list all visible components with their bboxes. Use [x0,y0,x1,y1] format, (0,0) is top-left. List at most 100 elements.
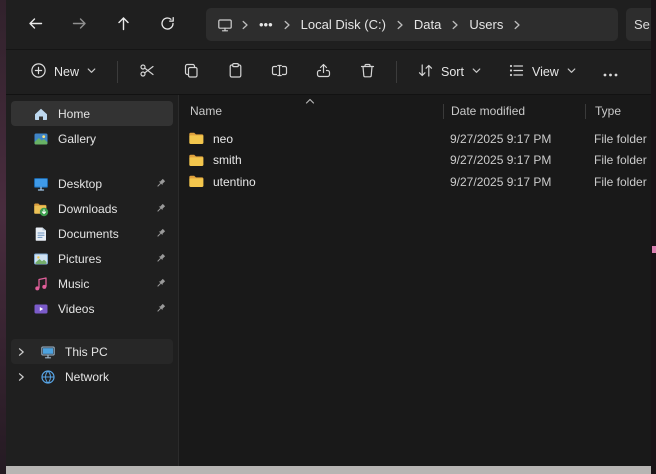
column-header-date-modified[interactable]: Date modified [444,104,585,118]
sidebar-item-pictures[interactable]: Pictures [11,246,173,271]
copy-button[interactable] [172,56,210,88]
sidebar-item-label: This PC [65,345,108,359]
documents-icon [33,226,49,242]
cut-button[interactable] [128,56,166,88]
pin-icon [154,227,167,240]
toolbar-divider [117,61,118,83]
breadcrumb-users[interactable]: Users [462,14,510,35]
new-button[interactable]: New [20,56,107,88]
chevron-right-icon [393,19,407,31]
network-icon [40,369,56,385]
scissors-icon [139,62,156,82]
chevron-right-icon [510,19,524,31]
view-list-icon [508,62,525,82]
rename-button[interactable] [260,56,298,88]
arrow-right-icon [71,15,88,35]
command-toolbar: New [6,50,651,95]
chevron-right-icon[interactable] [15,371,27,383]
view-button[interactable]: View [498,56,587,88]
downloads-icon [33,201,49,217]
file-name: neo [213,132,233,146]
desktop-icon [33,176,49,192]
folder-icon [188,152,205,169]
desktop-edge-accent [652,246,656,253]
sidebar-item-music[interactable]: Music [11,271,173,296]
file-list-pane: Name Date modified Type neo 9/27/2025 9:… [179,95,651,466]
sidebar-item-label: Documents [58,227,119,241]
sidebar-item-this-pc[interactable]: This PC [11,339,173,364]
paste-button[interactable] [216,56,254,88]
column-header-type[interactable]: Type [586,104,651,118]
sidebar-item-label: Home [58,107,90,121]
file-row-utentino[interactable]: utentino 9/27/2025 9:17 PM File folder [179,171,651,193]
navigation-pane: Home Gallery Desktop [6,95,179,466]
sidebar-item-label: Network [65,370,109,384]
sort-ascending-icon [304,94,316,108]
share-icon [315,62,332,82]
sidebar-item-home[interactable]: Home [11,101,173,126]
more-options-button[interactable] [593,56,629,88]
refresh-icon [159,15,176,35]
file-row-neo[interactable]: neo 9/27/2025 9:17 PM File folder [179,128,651,150]
back-button[interactable] [16,8,54,42]
plus-circle-icon [30,62,47,82]
ellipsis-icon [603,65,618,80]
file-date-modified: 9/27/2025 9:17 PM [443,153,585,167]
file-name: smith [213,153,242,167]
folder-icon [188,130,205,147]
sort-arrows-icon [417,62,434,82]
file-type: File folder [585,175,651,189]
sidebar-item-label: Gallery [58,132,96,146]
sidebar-item-downloads[interactable]: Downloads [11,196,173,221]
file-explorer-window: ••• Local Disk (C:) Data Users Se [6,0,651,466]
pin-icon [154,177,167,190]
up-button[interactable] [104,8,142,42]
chevron-down-icon [471,65,482,79]
search-text: Se [634,17,650,32]
explorer-body: Home Gallery Desktop [6,95,651,466]
file-rows: neo 9/27/2025 9:17 PM File folder smith … [179,128,651,193]
search-box[interactable]: Se [626,8,651,41]
navigation-bar: ••• Local Disk (C:) Data Users Se [6,0,651,50]
breadcrumb-local-disk-c[interactable]: Local Disk (C:) [294,14,393,35]
chevron-down-icon [86,65,97,79]
sidebar-item-documents[interactable]: Documents [11,221,173,246]
column-headers: Name Date modified Type [179,99,651,123]
sidebar-item-gallery[interactable]: Gallery [11,126,173,151]
desktop-edge-bottom [6,466,651,474]
file-type: File folder [585,153,651,167]
this-pc-icon [40,344,56,360]
address-bar[interactable]: ••• Local Disk (C:) Data Users [206,8,618,41]
file-date-modified: 9/27/2025 9:17 PM [443,175,585,189]
arrow-up-icon [115,15,132,35]
breadcrumb-data[interactable]: Data [407,14,448,35]
pin-icon [154,252,167,265]
this-pc-icon [212,17,238,33]
home-icon [33,106,49,122]
sidebar-item-label: Videos [58,302,94,316]
file-type: File folder [585,132,651,146]
sort-button-label: Sort [441,65,464,79]
file-date-modified: 9/27/2025 9:17 PM [443,132,585,146]
refresh-button[interactable] [148,8,186,42]
copy-icon [183,62,200,82]
share-button[interactable] [304,56,342,88]
rename-icon [271,62,288,82]
arrow-left-icon [27,15,44,35]
new-button-label: New [54,65,79,79]
sidebar-item-label: Desktop [58,177,102,191]
chevron-right-icon[interactable] [15,346,27,358]
breadcrumb-overflow-button[interactable]: ••• [252,14,280,35]
sidebar-item-desktop[interactable]: Desktop [11,171,173,196]
gallery-icon [33,131,49,147]
sort-button[interactable]: Sort [407,56,492,88]
file-row-smith[interactable]: smith 9/27/2025 9:17 PM File folder [179,150,651,172]
desktop-edge-right [651,0,656,474]
sidebar-item-videos[interactable]: Videos [11,296,173,321]
forward-button[interactable] [60,8,98,42]
pin-icon [154,202,167,215]
delete-button[interactable] [348,56,386,88]
chevron-right-icon [280,19,294,31]
sidebar-item-network[interactable]: Network [11,364,173,389]
pictures-icon [33,251,49,267]
